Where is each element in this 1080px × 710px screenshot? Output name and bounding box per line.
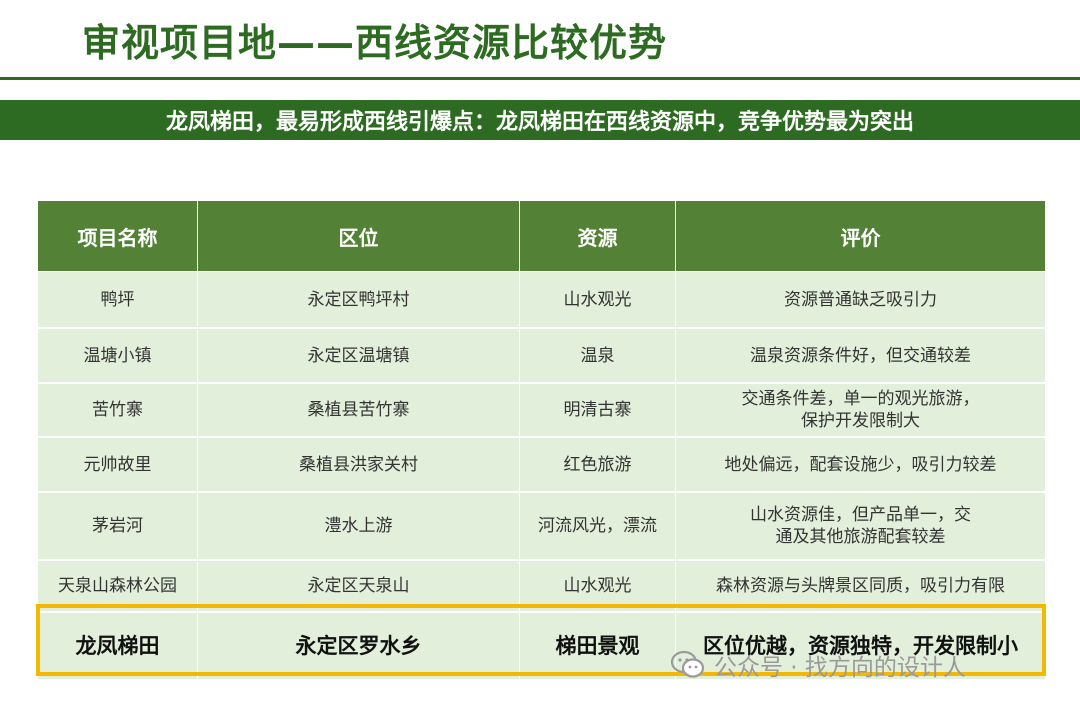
wechat-icon: [670, 650, 705, 678]
table-header-row: 项目名称 区位 资源 评价: [37, 200, 1046, 272]
cell-name: 茅岩河: [37, 492, 198, 561]
table-row: 茅岩河 澧水上游 河流风光，漂流 山水资源佳，但产品单一，交通及其他旅游配套较差: [37, 492, 1046, 561]
cell-name: 温塘小镇: [37, 328, 198, 384]
table-row: 元帅故里 桑植县洪家关村 红色旅游 地处偏远，配套设施少，吸引力较差: [37, 437, 1046, 493]
cell-location: 桑植县苦竹寨: [197, 383, 520, 438]
cell-name: 苦竹寨: [37, 383, 198, 438]
watermark: 公众号 · 找方向的设计人: [670, 648, 966, 682]
header-resource: 资源: [519, 200, 676, 272]
table-row: 鸭坪 永定区鸭坪村 山水观光 资源普通缺乏吸引力: [37, 271, 1046, 329]
watermark-text: 公众号 · 找方向的设计人: [714, 655, 966, 681]
cell-location: 永定区温塘镇: [197, 328, 520, 384]
cell-resource: 温泉: [519, 328, 676, 384]
title-divider: [0, 77, 1080, 80]
header-location: 区位: [197, 200, 520, 272]
table-row: 苦竹寨 桑植县苦竹寨 明清古寨 交通条件差，单一的观光旅游，保护开发限制大: [37, 383, 1046, 438]
cell-location: 桑植县洪家关村: [197, 437, 520, 493]
cell-resource: 红色旅游: [519, 437, 676, 493]
subtitle-banner: 龙凤梯田，最易形成西线引爆点：龙凤梯田在西线资源中，竞争优势最为突出: [0, 100, 1080, 140]
header-evaluation: 评价: [675, 200, 1046, 272]
cell-evaluation: 山水资源佳，但产品单一，交通及其他旅游配套较差: [675, 492, 1046, 561]
header-project-name: 项目名称: [37, 200, 198, 272]
cell-name: 元帅故里: [37, 437, 198, 493]
cell-location: 澧水上游: [197, 492, 520, 561]
cell-evaluation: 资源普通缺乏吸引力: [675, 271, 1046, 329]
cell-resource: 明清古寨: [519, 383, 676, 438]
cell-evaluation: 地处偏远，配套设施少，吸引力较差: [675, 437, 1046, 493]
page-title: 审视项目地——西线资源比较优势: [82, 21, 668, 65]
cell-location: 永定区鸭坪村: [197, 271, 520, 329]
cell-resource: 山水观光: [519, 271, 676, 329]
cell-evaluation: 温泉资源条件好，但交通较差: [675, 328, 1046, 384]
cell-evaluation: 交通条件差，单一的观光旅游，保护开发限制大: [675, 383, 1046, 438]
table-row: 温塘小镇 永定区温塘镇 温泉 温泉资源条件好，但交通较差: [37, 328, 1046, 384]
cell-name: 鸭坪: [37, 271, 198, 329]
cell-resource: 河流风光，漂流: [519, 492, 676, 561]
